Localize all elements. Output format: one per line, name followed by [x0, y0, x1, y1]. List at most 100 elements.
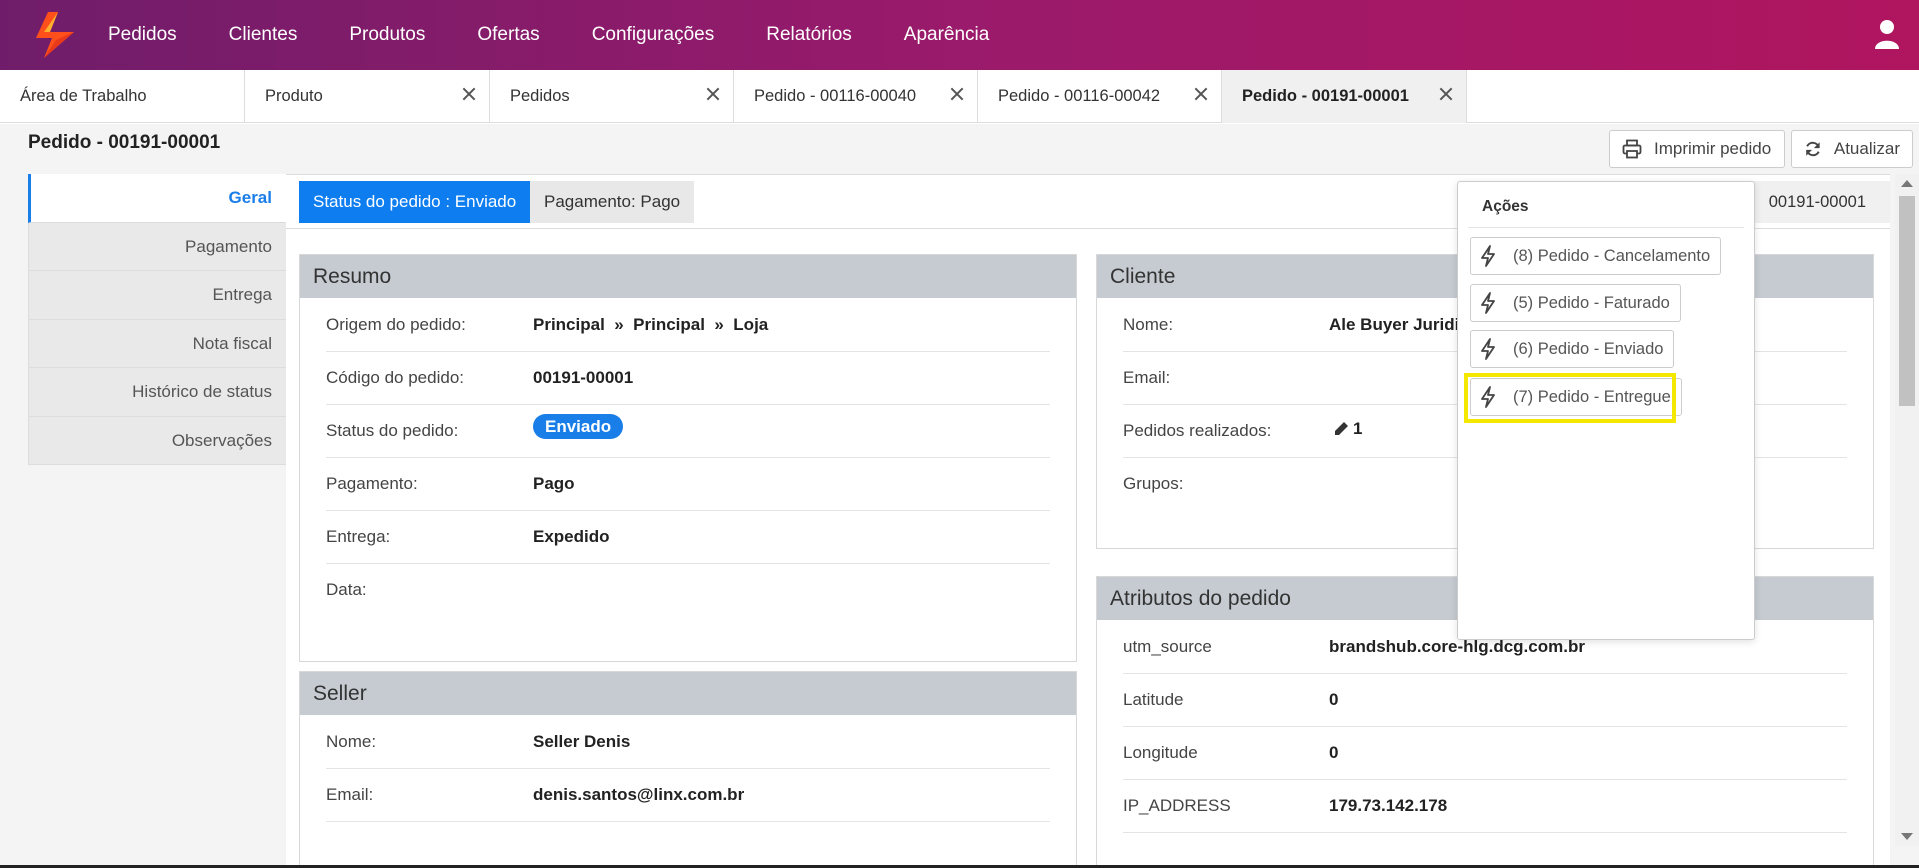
attribute-row: Longitude 0	[1123, 727, 1847, 780]
pencil-icon	[1335, 422, 1348, 435]
seller-email-value: denis.santos@linx.com.br	[533, 785, 745, 804]
summary-row-codigo: Código do pedido: 00191-00001	[326, 352, 1050, 405]
attribute-row: Latitude 0	[1123, 674, 1847, 727]
scroll-up-arrow[interactable]	[1901, 180, 1913, 187]
attribute-label: IP_ADDRESS	[1123, 796, 1231, 815]
seller-row-email: Email: denis.santos@linx.com.br	[326, 769, 1050, 822]
attribute-value: 179.73.142.178	[1329, 796, 1448, 815]
nav-ofertas[interactable]: Ofertas	[451, 24, 565, 46]
nav-aparencia[interactable]: Aparência	[878, 24, 1016, 46]
seller-nome-label: Nome:	[326, 732, 377, 751]
vertical-scrollbar[interactable]	[1895, 174, 1919, 846]
summary-row-data: Data:	[326, 564, 1050, 617]
nav-produtos[interactable]: Produtos	[323, 24, 451, 46]
entrega-label: Entrega:	[326, 527, 391, 546]
refresh-label: Atualizar	[1833, 139, 1900, 158]
summary-row-origem: Origem do pedido: Principal » Principal …	[326, 299, 1050, 352]
close-icon[interactable]	[949, 86, 965, 102]
nav-configuracoes[interactable]: Configurações	[566, 24, 741, 46]
bolt-icon	[1481, 292, 1495, 314]
status-badge-wrap: Enviado	[533, 414, 624, 439]
action-cancelamento-button[interactable]: (8) Pedido - Cancelamento	[1470, 237, 1722, 275]
attribute-label: utm_source	[1123, 637, 1212, 656]
summary-row-entrega: Entrega: Expedido	[326, 511, 1050, 564]
client-email-label: Email:	[1123, 368, 1171, 387]
origem-label: Origem do pedido:	[326, 315, 466, 334]
origem-value: Principal » Principal » Loja	[533, 315, 769, 334]
seller-nome-value: Seller Denis	[533, 732, 631, 751]
codigo-value: 00191-00001	[533, 368, 634, 387]
close-icon[interactable]	[1193, 86, 1209, 102]
client-pedidos-wrap[interactable]: 1	[1333, 419, 1362, 439]
menu-item-geral[interactable]: Geral	[28, 174, 286, 223]
tab-label: Pedido - 00116-00042	[998, 87, 1161, 105]
tab-produto[interactable]: Produto	[245, 70, 490, 123]
bolt-icon	[1481, 338, 1495, 360]
attribute-value: brandshub.core-hlg.dcg.com.br	[1329, 637, 1585, 656]
client-grupos-label: Grupos:	[1123, 474, 1184, 493]
summary-row-status: Status do pedido: Enviado	[326, 405, 1050, 458]
summary-row-pagamento: Pagamento: Pago	[326, 458, 1050, 511]
action-faturado-button[interactable]: (5) Pedido - Faturado	[1470, 284, 1681, 322]
summary-panel: Resumo Origem do pedido: Principal » Pri…	[299, 254, 1077, 662]
client-pedidos-label: Pedidos realizados:	[1123, 421, 1272, 440]
pagamento-value: Pago	[533, 474, 575, 493]
menu-item-pagamento[interactable]: Pagamento	[28, 222, 286, 271]
attribute-value: 0	[1329, 743, 1339, 762]
status-label: Status do pedido:	[326, 421, 459, 440]
seller-email-label: Email:	[326, 785, 374, 804]
left-menu: Geral Pagamento Entrega Nota fiscal Hist…	[28, 174, 286, 465]
action-enviado-button[interactable]: (6) Pedido - Enviado	[1470, 330, 1675, 368]
tab-pedido-00116-00040[interactable]: Pedido - 00116-00040	[734, 70, 978, 123]
tab-area-de-trabalho[interactable]: Área de Trabalho	[0, 70, 245, 123]
seller-panel-title: Seller	[300, 672, 1076, 715]
client-nome-label: Nome:	[1123, 315, 1174, 334]
attribute-label: Latitude	[1123, 690, 1184, 709]
top-navbar: Pedidos Clientes Produtos Ofertas Config…	[0, 0, 1919, 70]
user-icon[interactable]	[1873, 18, 1901, 50]
nav-pedidos[interactable]: Pedidos	[88, 24, 203, 46]
menu-item-observacoes[interactable]: Observações	[28, 416, 286, 465]
nav-clientes[interactable]: Clientes	[203, 24, 324, 46]
actions-title: Ações	[1482, 198, 1529, 215]
scrollbar-thumb[interactable]	[1899, 196, 1915, 406]
actions-divider	[1468, 227, 1744, 228]
close-icon[interactable]	[461, 86, 477, 102]
client-pedidos-value: 1	[1353, 419, 1363, 438]
printer-icon	[1622, 139, 1642, 159]
tab-bar: Área de Trabalho Produto Pedidos Pedido …	[0, 70, 1919, 123]
action-label: (6) Pedido - Enviado	[1513, 339, 1664, 358]
entrega-value: Expedido	[533, 527, 610, 546]
print-order-label: Imprimir pedido	[1654, 139, 1772, 158]
menu-item-nota-fiscal[interactable]: Nota fiscal	[28, 319, 286, 368]
pagamento-label: Pagamento:	[326, 474, 418, 493]
attribute-label: Longitude	[1123, 743, 1198, 762]
action-label: (5) Pedido - Faturado	[1513, 293, 1670, 312]
seller-row-nome: Nome: Seller Denis	[326, 716, 1050, 769]
brand-logo[interactable]	[30, 10, 80, 60]
print-order-button[interactable]: Imprimir pedido	[1609, 130, 1785, 168]
nav-relatorios[interactable]: Relatórios	[740, 24, 878, 46]
tab-label: Pedidos	[510, 87, 570, 105]
attribute-row: IP_ADDRESS 179.73.142.178	[1123, 780, 1847, 833]
status-badge: Enviado	[533, 414, 624, 439]
menu-item-historico-de-status[interactable]: Histórico de status	[28, 368, 286, 417]
refresh-button[interactable]: Atualizar	[1791, 130, 1913, 168]
order-status-chip: Status do pedido : Enviado	[299, 181, 531, 223]
highlight-box	[1464, 373, 1676, 423]
tab-label: Pedido - 00116-00040	[754, 87, 917, 105]
tab-pedido-00191-00001[interactable]: Pedido - 00191-00001	[1222, 70, 1467, 123]
close-icon[interactable]	[705, 86, 721, 102]
data-label: Data:	[326, 580, 367, 599]
payment-status-chip: Pagamento: Pago	[530, 181, 695, 223]
tab-pedidos[interactable]: Pedidos	[490, 70, 734, 123]
tab-label: Área de Trabalho	[20, 87, 147, 105]
tab-pedido-00116-00042[interactable]: Pedido - 00116-00042	[978, 70, 1222, 123]
menu-item-entrega[interactable]: Entrega	[28, 271, 286, 320]
client-nome-value: Ale Buyer Juridic	[1329, 315, 1469, 334]
scroll-down-arrow[interactable]	[1901, 833, 1913, 840]
close-icon[interactable]	[1438, 86, 1454, 102]
refresh-icon	[1806, 141, 1820, 157]
seller-panel: Seller Nome: Seller Denis Email: denis.s…	[299, 671, 1077, 868]
tab-label: Pedido - 00191-00001	[1242, 87, 1409, 105]
